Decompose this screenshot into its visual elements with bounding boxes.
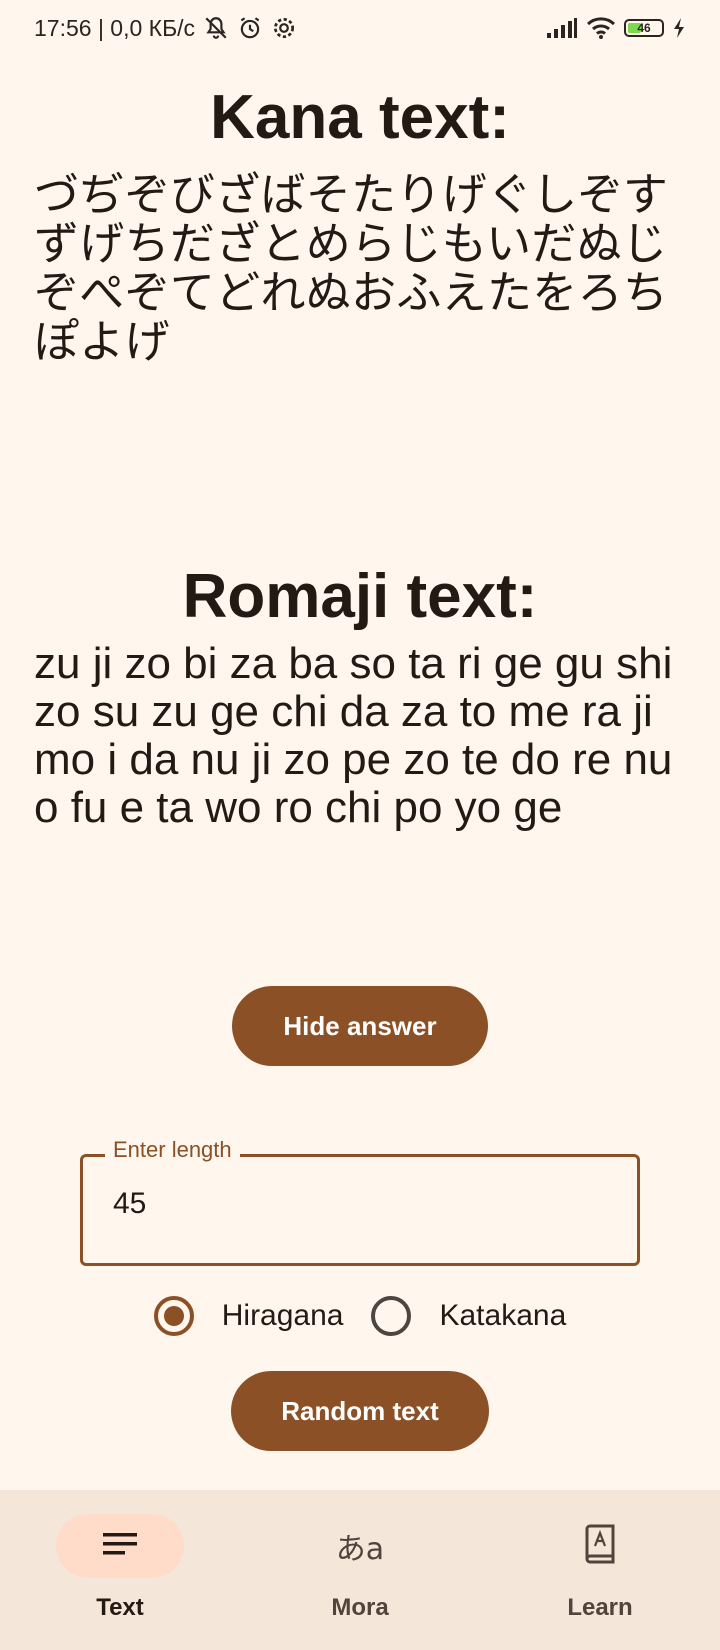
radio-label-hiragana: Hiragana bbox=[221, 1299, 344, 1332]
signal-strength-icon bbox=[546, 17, 578, 39]
status-bar: 17:56 | 0,0 КБ/с 46 bbox=[0, 0, 720, 56]
kana-a-icon: あa bbox=[335, 1532, 385, 1567]
notes-icon bbox=[101, 1529, 139, 1563]
radio-button-hiragana[interactable] bbox=[153, 1296, 194, 1336]
nav-label-learn: Learn bbox=[567, 1594, 633, 1621]
nav-label-text: Text bbox=[96, 1594, 144, 1621]
nav-icon-wrap-mora: あa bbox=[296, 1514, 424, 1578]
wifi-icon bbox=[586, 16, 616, 40]
charging-bolt-icon bbox=[672, 17, 686, 39]
nav-item-mora[interactable]: あa Mora bbox=[240, 1490, 480, 1650]
length-input[interactable] bbox=[113, 1187, 593, 1221]
status-time-speed: 17:56 | 0,0 КБ/с bbox=[34, 14, 196, 41]
hide-answer-button[interactable]: Hide answer bbox=[232, 986, 488, 1066]
kana-title: Kana text: bbox=[210, 83, 510, 152]
dictionary-book-icon bbox=[583, 1524, 617, 1568]
radio-option-hiragana[interactable]: Hiragana bbox=[153, 1296, 344, 1336]
status-left: 17:56 | 0,0 КБ/с bbox=[34, 15, 297, 42]
radio-selected-dot bbox=[163, 1306, 184, 1326]
nav-icon-wrap-learn bbox=[536, 1514, 664, 1578]
radio-option-katakana[interactable]: Katakana bbox=[371, 1296, 566, 1336]
battery-level-text: 46 bbox=[637, 21, 651, 35]
status-right: 46 bbox=[546, 16, 686, 40]
mute-bell-icon bbox=[203, 15, 229, 41]
nav-item-text[interactable]: Text bbox=[0, 1490, 240, 1650]
length-field[interactable]: Enter length bbox=[80, 1137, 640, 1266]
nav-label-mora: Mora bbox=[331, 1594, 389, 1621]
romaji-text: zu ji zo bi za ba so ta ri ge gu shi zo … bbox=[34, 639, 673, 832]
radio-button-katakana[interactable] bbox=[371, 1296, 412, 1336]
romaji-title: Romaji text: bbox=[182, 562, 538, 631]
random-text-button[interactable]: Random text bbox=[231, 1371, 489, 1451]
nav-active-indicator bbox=[56, 1514, 184, 1578]
bottom-navigation: Text あa Mora Learn bbox=[0, 1490, 720, 1650]
nav-item-learn[interactable]: Learn bbox=[480, 1490, 720, 1650]
script-radio-group: Hiragana Katakana bbox=[0, 1291, 720, 1341]
length-field-label: Enter length bbox=[105, 1137, 240, 1163]
alarm-clock-icon bbox=[237, 15, 263, 41]
radio-label-katakana: Katakana bbox=[439, 1299, 567, 1332]
settings-gear-icon bbox=[271, 15, 297, 41]
battery-icon: 46 bbox=[624, 19, 664, 37]
kana-text: づぢぞびざばそたりげぐしぞすずげちだざとめらじもいだぬじぞぺぞてどれぬおふえたを… bbox=[34, 168, 669, 368]
